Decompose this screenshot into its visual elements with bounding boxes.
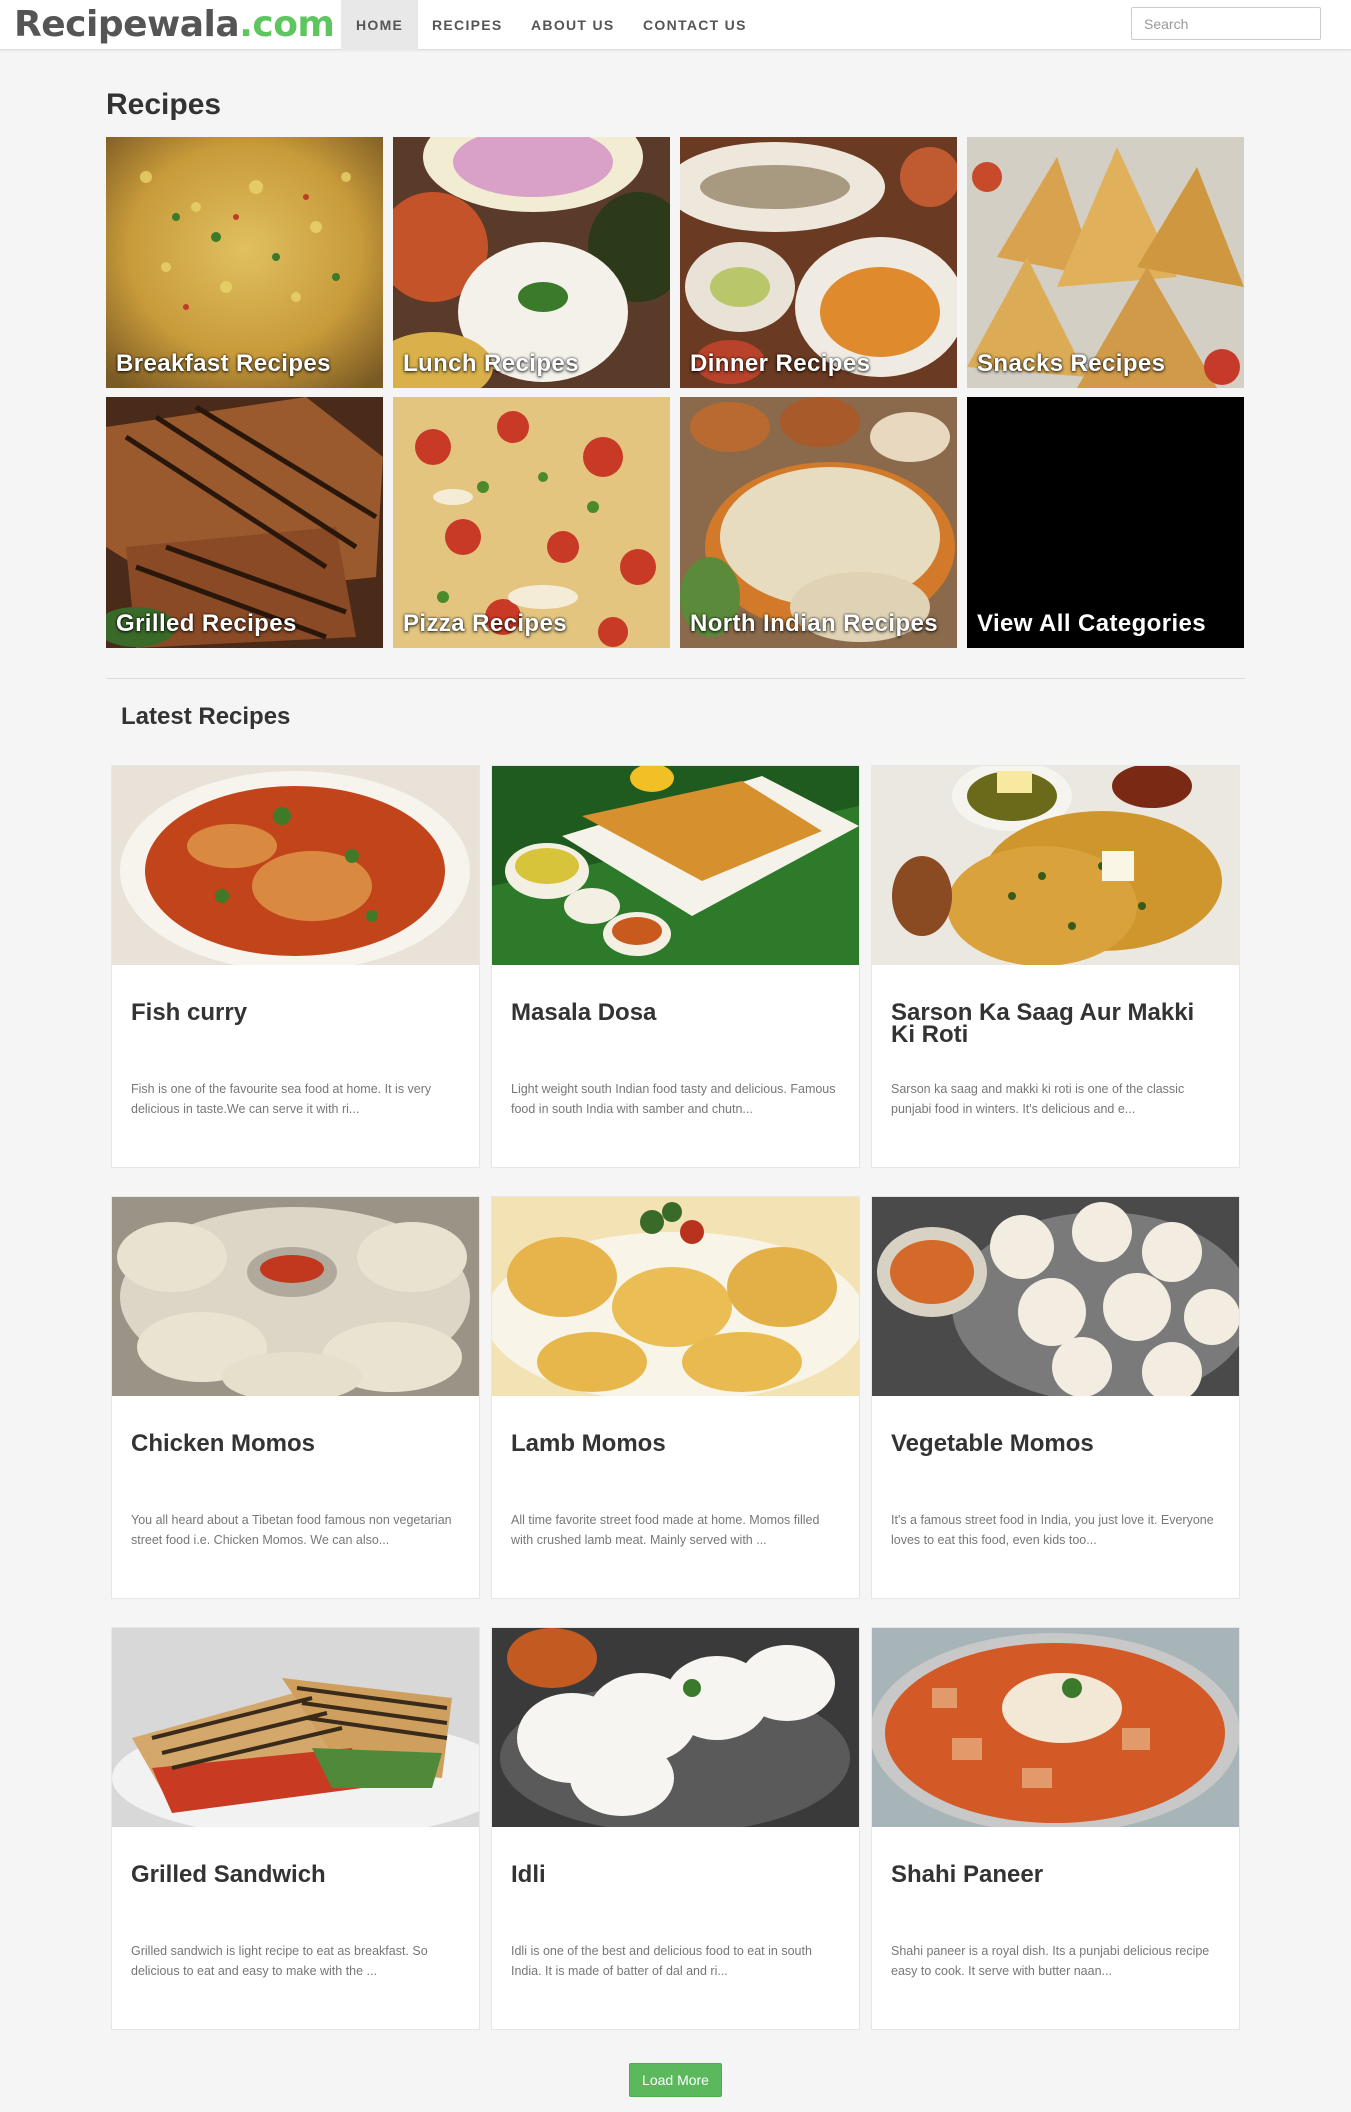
- recipe-card-idli[interactable]: Idli Idli is one of the best and delicio…: [491, 1627, 860, 2030]
- recipe-description: Grilled sandwich is light recipe to eat …: [131, 1944, 428, 1978]
- recipe-description: It's a famous street food in India, you …: [891, 1513, 1214, 1547]
- recipe-description: All time favorite street food made at ho…: [511, 1513, 820, 1547]
- recipe-description: You all heard about a Tibetan food famou…: [131, 1513, 452, 1547]
- recipe-card-vegetable-momos[interactable]: Vegetable Momos It's a famous street foo…: [871, 1196, 1240, 1599]
- recipe-title[interactable]: Masala Dosa: [511, 1001, 841, 1025]
- recipe-image: [872, 1197, 1239, 1396]
- recipe-title[interactable]: Shahi Paneer: [891, 1863, 1221, 1887]
- site-logo[interactable]: Recipewala.com: [14, 3, 335, 47]
- load-more-button[interactable]: Load More: [629, 2063, 722, 2097]
- recipe-card-masala-dosa[interactable]: Masala Dosa Light weight south Indian fo…: [491, 765, 860, 1168]
- category-view-all[interactable]: View All Categories: [967, 397, 1244, 648]
- section-divider: [106, 678, 1245, 679]
- logo-text-main: Recipewala: [14, 4, 240, 45]
- category-grilled[interactable]: Grilled Recipes: [106, 397, 383, 648]
- recipe-title[interactable]: Lamb Momos: [511, 1432, 841, 1456]
- nav-about-us[interactable]: ABOUT US: [516, 0, 630, 50]
- category-label: North Indian Recipes: [690, 610, 939, 637]
- top-navbar: Recipewala.com HOME RECIPES ABOUT US CON…: [0, 0, 1351, 50]
- category-label: Breakfast Recipes: [116, 350, 331, 377]
- logo-text-tld: .com: [239, 4, 335, 45]
- recipe-image: [112, 766, 479, 965]
- recipe-card-sarson-saag[interactable]: Sarson Ka Saag Aur Makki Ki Roti Sarson …: [871, 765, 1240, 1168]
- category-lunch[interactable]: Lunch Recipes: [393, 137, 670, 388]
- category-breakfast[interactable]: Breakfast Recipes: [106, 137, 383, 388]
- category-label: Dinner Recipes: [690, 350, 871, 377]
- recipe-image: [492, 1197, 859, 1396]
- category-label: Pizza Recipes: [403, 610, 567, 637]
- recipe-title[interactable]: Fish curry: [131, 1001, 461, 1025]
- recipe-description: Light weight south Indian food tasty and…: [511, 1082, 836, 1116]
- recipes-heading: Recipes: [106, 88, 222, 121]
- recipe-image: [112, 1197, 479, 1396]
- recipe-title[interactable]: Sarson Ka Saag Aur Makki Ki Roti: [891, 1001, 1221, 1047]
- recipe-card-fish-curry[interactable]: Fish curry Fish is one of the favourite …: [111, 765, 480, 1168]
- recipe-description: Idli is one of the best and delicious fo…: [511, 1944, 812, 1978]
- recipe-description: Fish is one of the favourite sea food at…: [131, 1082, 432, 1116]
- recipe-title[interactable]: Chicken Momos: [131, 1432, 461, 1456]
- recipe-title[interactable]: Grilled Sandwich: [131, 1863, 461, 1887]
- recipe-image: [492, 766, 859, 965]
- recipe-card-grilled-sandwich[interactable]: Grilled Sandwich Grilled sandwich is lig…: [111, 1627, 480, 2030]
- search-input[interactable]: [1131, 7, 1321, 40]
- recipe-description: Sarson ka saag and makki ki roti is one …: [891, 1082, 1185, 1116]
- recipe-image: [872, 766, 1239, 965]
- nav-recipes[interactable]: RECIPES: [417, 0, 518, 50]
- recipe-title[interactable]: Idli: [511, 1863, 841, 1887]
- recipe-image: [112, 1628, 479, 1827]
- category-snacks[interactable]: Snacks Recipes: [967, 137, 1244, 388]
- nav-home[interactable]: HOME: [341, 0, 419, 50]
- recipe-card-shahi-paneer[interactable]: Shahi Paneer Shahi paneer is a royal dis…: [871, 1627, 1240, 2030]
- recipe-image: [492, 1628, 859, 1827]
- nav-contact-us[interactable]: CONTACT US: [628, 0, 762, 50]
- category-pizza[interactable]: Pizza Recipes: [393, 397, 670, 648]
- category-dinner[interactable]: Dinner Recipes: [680, 137, 957, 388]
- recipe-image: [872, 1628, 1239, 1827]
- latest-recipes-heading: Latest Recipes: [121, 703, 291, 730]
- recipe-card-lamb-momos[interactable]: Lamb Momos All time favorite street food…: [491, 1196, 860, 1599]
- category-label: Lunch Recipes: [403, 350, 579, 377]
- category-label: Grilled Recipes: [116, 610, 297, 637]
- recipe-title[interactable]: Vegetable Momos: [891, 1432, 1221, 1456]
- category-label: View All Categories: [977, 610, 1207, 637]
- recipe-description: Shahi paneer is a royal dish. Its a punj…: [891, 1944, 1210, 1978]
- category-label: Snacks Recipes: [977, 350, 1166, 377]
- category-north-indian[interactable]: North Indian Recipes: [680, 397, 957, 648]
- recipe-card-chicken-momos[interactable]: Chicken Momos You all heard about a Tibe…: [111, 1196, 480, 1599]
